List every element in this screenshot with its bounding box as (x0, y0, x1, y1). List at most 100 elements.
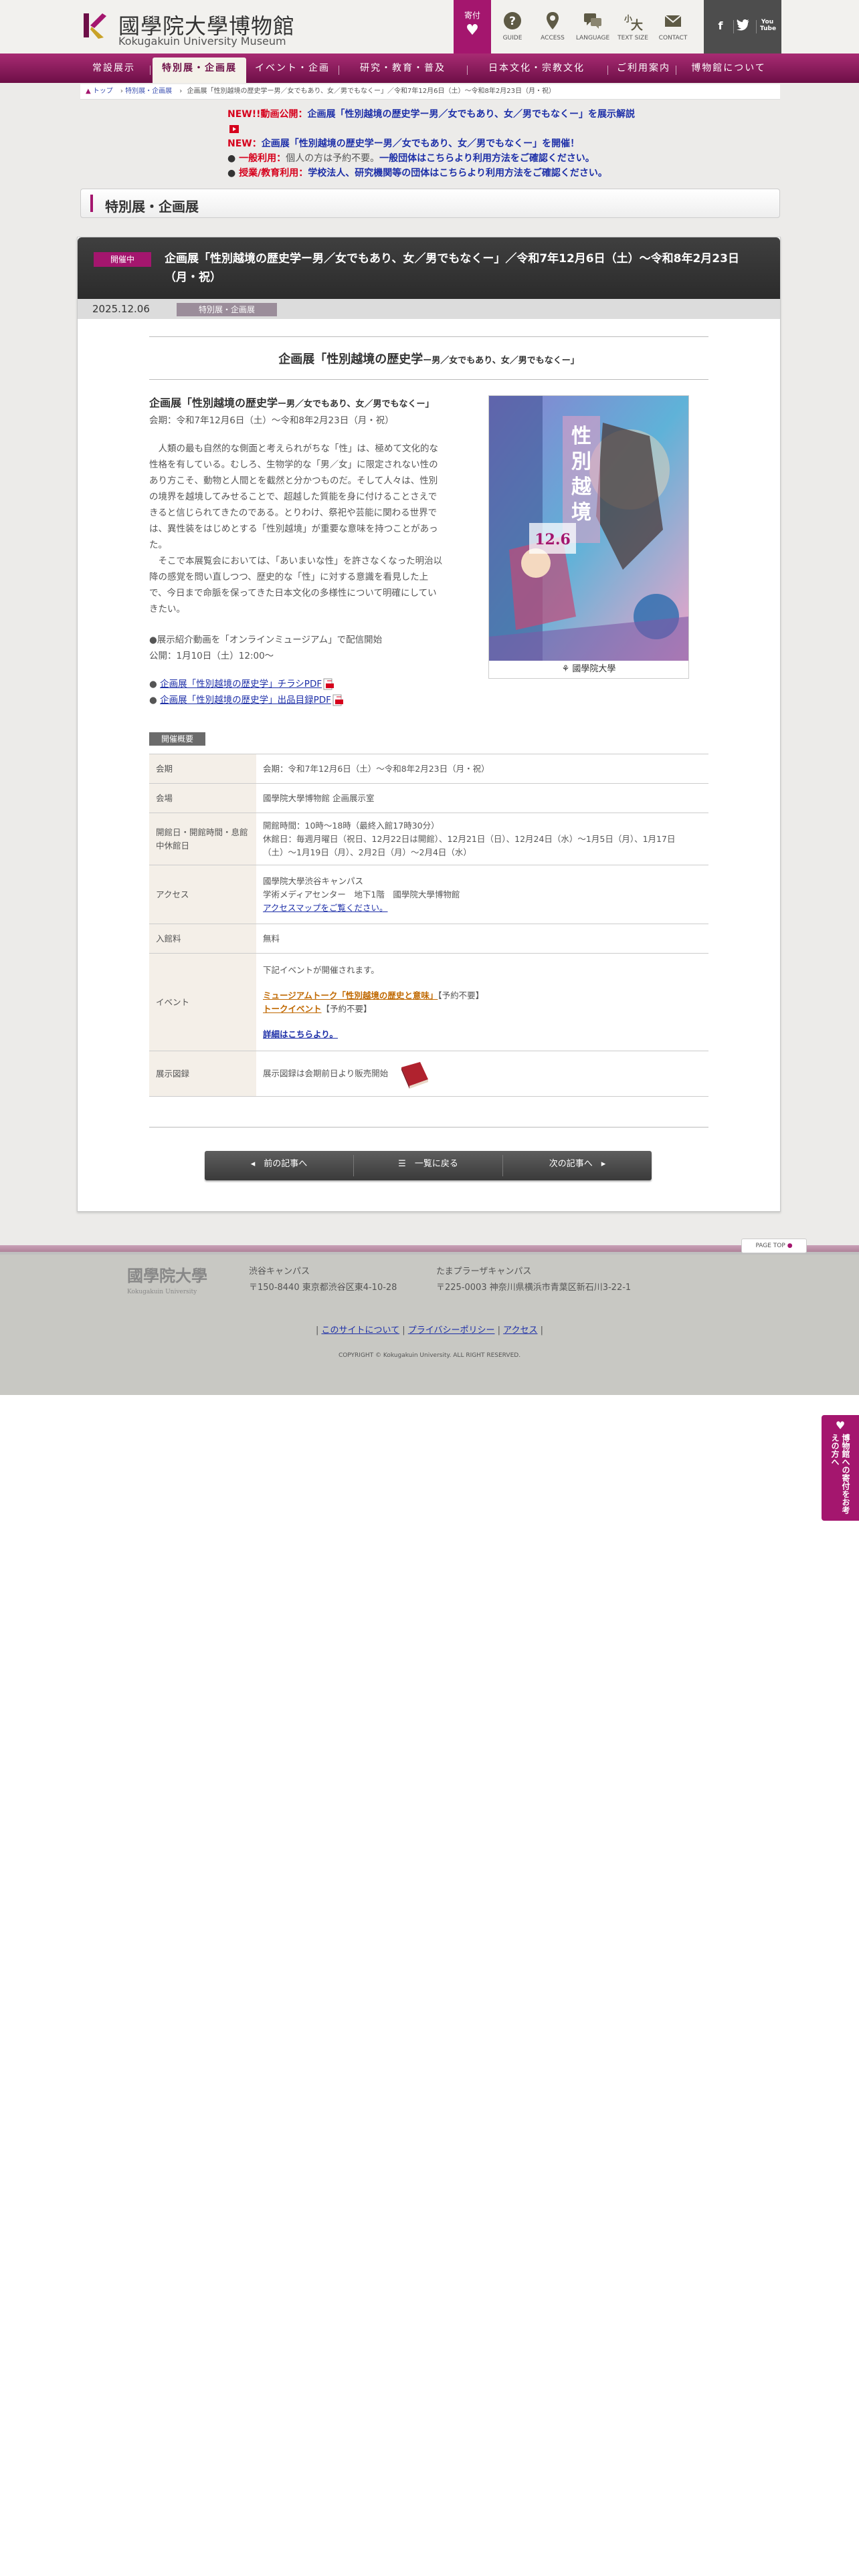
lead-heading: 企画展「性別越境の歴史学ー男／女でもあり、女／男でもなくー」 (149, 395, 444, 413)
exhibition-poster[interactable]: 性 別 越 境 12.6 ⚘ 國學院大學 (488, 395, 689, 679)
text-size-label: TEXT SIZE (617, 35, 648, 41)
video-notice: ●展示紹介動画を「オンラインミュージアム」で配信開始 (149, 635, 383, 645)
news-text-gray: 個人の方は予約不要。 (286, 153, 380, 164)
svg-text:別: 別 (571, 450, 591, 473)
donation-side-tab[interactable]: ♥ 博物館への寄付をお考えの方へ (822, 1415, 859, 1521)
table-row: 会期 会期：令和7年12月6日（土）〜令和8年2月23日（月・祝） (149, 754, 708, 784)
breadcrumb-home[interactable]: トップ (93, 88, 113, 95)
footer-link-privacy[interactable]: プライバシーポリシー (408, 1325, 495, 1335)
news-item[interactable]: ● 授業/教育利用：学校法人、研究機関等の団体はこちらより利用方法をご確認くださ… (227, 166, 642, 181)
site-header: 國學院大學博物館 Kokugakuin University Museum 寄付… (0, 0, 859, 53)
event-link[interactable]: ミュージアムトーク「性別越境の歴史と意味」 (263, 990, 438, 1000)
youtube-icon[interactable]: You Tube (760, 19, 776, 33)
nav-divider (467, 66, 468, 75)
heading-accent-bar (90, 195, 93, 212)
text-size-button[interactable]: 小大 TEXT SIZE (613, 0, 653, 53)
catalog-pdf-link[interactable]: 企画展「性別越境の歴史学」出品目録PDF (160, 695, 331, 706)
sns-links: f You Tube (704, 0, 781, 53)
access-button[interactable]: ACCESS (533, 0, 573, 53)
campus-address: 〒150-8440 東京都渋谷区東4-10-28 (249, 1283, 397, 1293)
event-details-link[interactable]: 詳細はこちらより。 (263, 1029, 338, 1039)
footer-link-about[interactable]: このサイトについて (321, 1325, 399, 1335)
page-top-button[interactable]: PAGE TOP ● (741, 1239, 807, 1253)
nav-item-guide[interactable]: ご利用案内 (610, 59, 677, 78)
event-item: トークイベント【予約不要】 (263, 1002, 702, 1016)
lead-period: 会期：令和7年12月6日（土）〜令和8年2月23日（月・祝） (149, 415, 394, 426)
lead-heading-sub: ー男／女でもあり、女／男でもなくー」 (278, 399, 434, 409)
donate-button[interactable]: 寄付 ♥ (454, 0, 491, 53)
nav-divider (150, 66, 151, 75)
sns-divider (733, 20, 734, 33)
list-icon: ☰ (398, 1159, 406, 1169)
divider (149, 336, 708, 337)
breadcrumb-current: 企画展「性別越境の歴史学ー男／女でもあり、女／男でもなくー」／令和7年12月6日… (187, 88, 555, 95)
event-link[interactable]: トークイベント (263, 1004, 322, 1014)
table-row: 展示図録 展示図録は会期前日より販売開始 (149, 1051, 708, 1097)
nav-item-about[interactable]: 博物館について (678, 59, 779, 78)
chevron-right-icon: ▸ (601, 1159, 606, 1169)
nav-divider (607, 66, 608, 75)
table-row: 開館日・開館時間・息館中休館日 開館時間：10時〜18時（最終入館17時30分）… (149, 813, 708, 865)
site-logo[interactable]: 國學院大學博物館 Kokugakuin University Museum (77, 7, 294, 47)
flyer-pdf-link[interactable]: 企画展「性別越境の歴史学」チラシPDF (160, 679, 322, 689)
svg-text:境: 境 (571, 501, 591, 524)
table-key: 開館日・開館時間・息館中休館日 (149, 813, 256, 865)
event-item: ミュージアムトーク「性別越境の歴史と意味」【予約不要】 (263, 989, 702, 1002)
breadcrumb-category[interactable]: 特別展・企画展 (125, 88, 172, 95)
prev-article-button[interactable]: ◂ 前の記事へ (205, 1151, 353, 1180)
next-article-button[interactable]: 次の記事へ ▸ (503, 1151, 652, 1180)
access-map-link[interactable]: アクセスマップをご覧ください。 (263, 903, 388, 913)
twitter-bird-shape (737, 19, 749, 31)
news-item[interactable]: ● 一般利用：個人の方は予約不要。一般団体はこちらより利用方法をご確認ください。 (227, 151, 642, 166)
guide-button[interactable]: ? GUIDE (492, 0, 533, 53)
news-item[interactable]: NEW!!動画公開：企画展「性別越境の歴史学ー男／女でもあり、女／男でもなくー」… (227, 107, 642, 136)
news-item[interactable]: NEW：企画展「性別越境の歴史学ー男／女でもあり、女／男でもなくー」を開催！ (227, 136, 642, 151)
sns-divider (756, 20, 757, 33)
contact-button[interactable]: CONTACT (653, 0, 693, 53)
article-card: 開催中 企画展「性別越境の歴史学ー男／女でもあり、女／男でもなくー」／令和7年1… (77, 237, 781, 1212)
svg-text:越: 越 (571, 475, 592, 499)
nav-item-research[interactable]: 研究・教育・普及 (343, 59, 463, 78)
section-heading-text: 特別展・企画展 (105, 199, 199, 215)
nav-item-permanent[interactable]: 常設展示 (80, 59, 147, 78)
nav-item-special-exhibitions[interactable]: 特別展・企画展 (153, 58, 246, 83)
pdf-icon (323, 678, 335, 690)
table-key: 入館料 (149, 924, 256, 954)
table-key: アクセス (149, 865, 256, 924)
poster-image: 性 別 越 境 12.6 (489, 396, 688, 661)
poster-caption-text: 國學院大學 (572, 664, 616, 674)
article-title: 企画展「性別越境の歴史学ー男／女でもあり、女／男でもなくー」／令和7年12月6日… (165, 252, 739, 284)
footer-logo-ja: 國學院大學 (127, 1266, 207, 1285)
nav-item-events[interactable]: イベント・企画 (249, 59, 336, 78)
lead-heading-main: 企画展「性別越境の歴史学 (149, 397, 278, 409)
campus-name: 渋谷キャンパス (249, 1267, 310, 1277)
table-row: イベント 下記イベントが開催されます。 ミュージアムトーク「性別越境の歴史と意味… (149, 953, 708, 1051)
table-value: 國學院大學渋谷キャンパス 学術メディアセンター 地下1階 國學院大學博物館 アクセス… (256, 865, 708, 924)
footer-links: | このサイトについて | プライバシーポリシー | アクセス | (315, 1325, 544, 1335)
footer-link-access[interactable]: アクセス (503, 1325, 537, 1335)
poster-caption: ⚘ 國學院大學 (489, 661, 688, 678)
campus-tamaplaza: たまプラーザキャンパス 〒225-0003 神奈川県横浜市青葉区新石川3-22-… (436, 1264, 631, 1296)
nav-item-culture[interactable]: 日本文化・宗教文化 (470, 59, 603, 78)
guide-label: GUIDE (502, 35, 522, 41)
access-label: ACCESS (541, 35, 565, 41)
language-button[interactable]: LANGUAGE (573, 0, 613, 53)
bullet-icon: ● (149, 695, 157, 706)
category-badge[interactable]: 特別展・企画展 (177, 303, 277, 316)
status-badge: 開催中 (94, 252, 151, 267)
footer-logo[interactable]: 國學院大學 Kokugakuin University (127, 1263, 221, 1295)
event-intro: 下記イベントが開催されます。 (263, 964, 379, 975)
table-value: 無料 (256, 924, 708, 954)
back-to-list-button[interactable]: ☰ 一覧に戻る (354, 1151, 502, 1180)
home-icon: ▲ (86, 88, 91, 95)
catalog-text: 展示図録は会期前日より販売開始 (263, 1068, 389, 1078)
facebook-icon[interactable]: f (713, 19, 728, 33)
next-article-label: 次の記事へ (549, 1159, 593, 1169)
news-tag: NEW!!動画公開： (227, 109, 308, 120)
table-row: アクセス 國學院大學渋谷キャンパス 学術メディアセンター 地下1階 國學院大學博物… (149, 865, 708, 924)
twitter-icon[interactable] (736, 19, 751, 33)
table-key: 会場 (149, 783, 256, 813)
news-tag: 一般利用： (239, 153, 286, 164)
article-subtitle: 企画展「性別越境の歴史学ー男／女でもあり、女／男でもなくー」 (149, 350, 708, 367)
svg-text:12.6: 12.6 (535, 531, 571, 548)
